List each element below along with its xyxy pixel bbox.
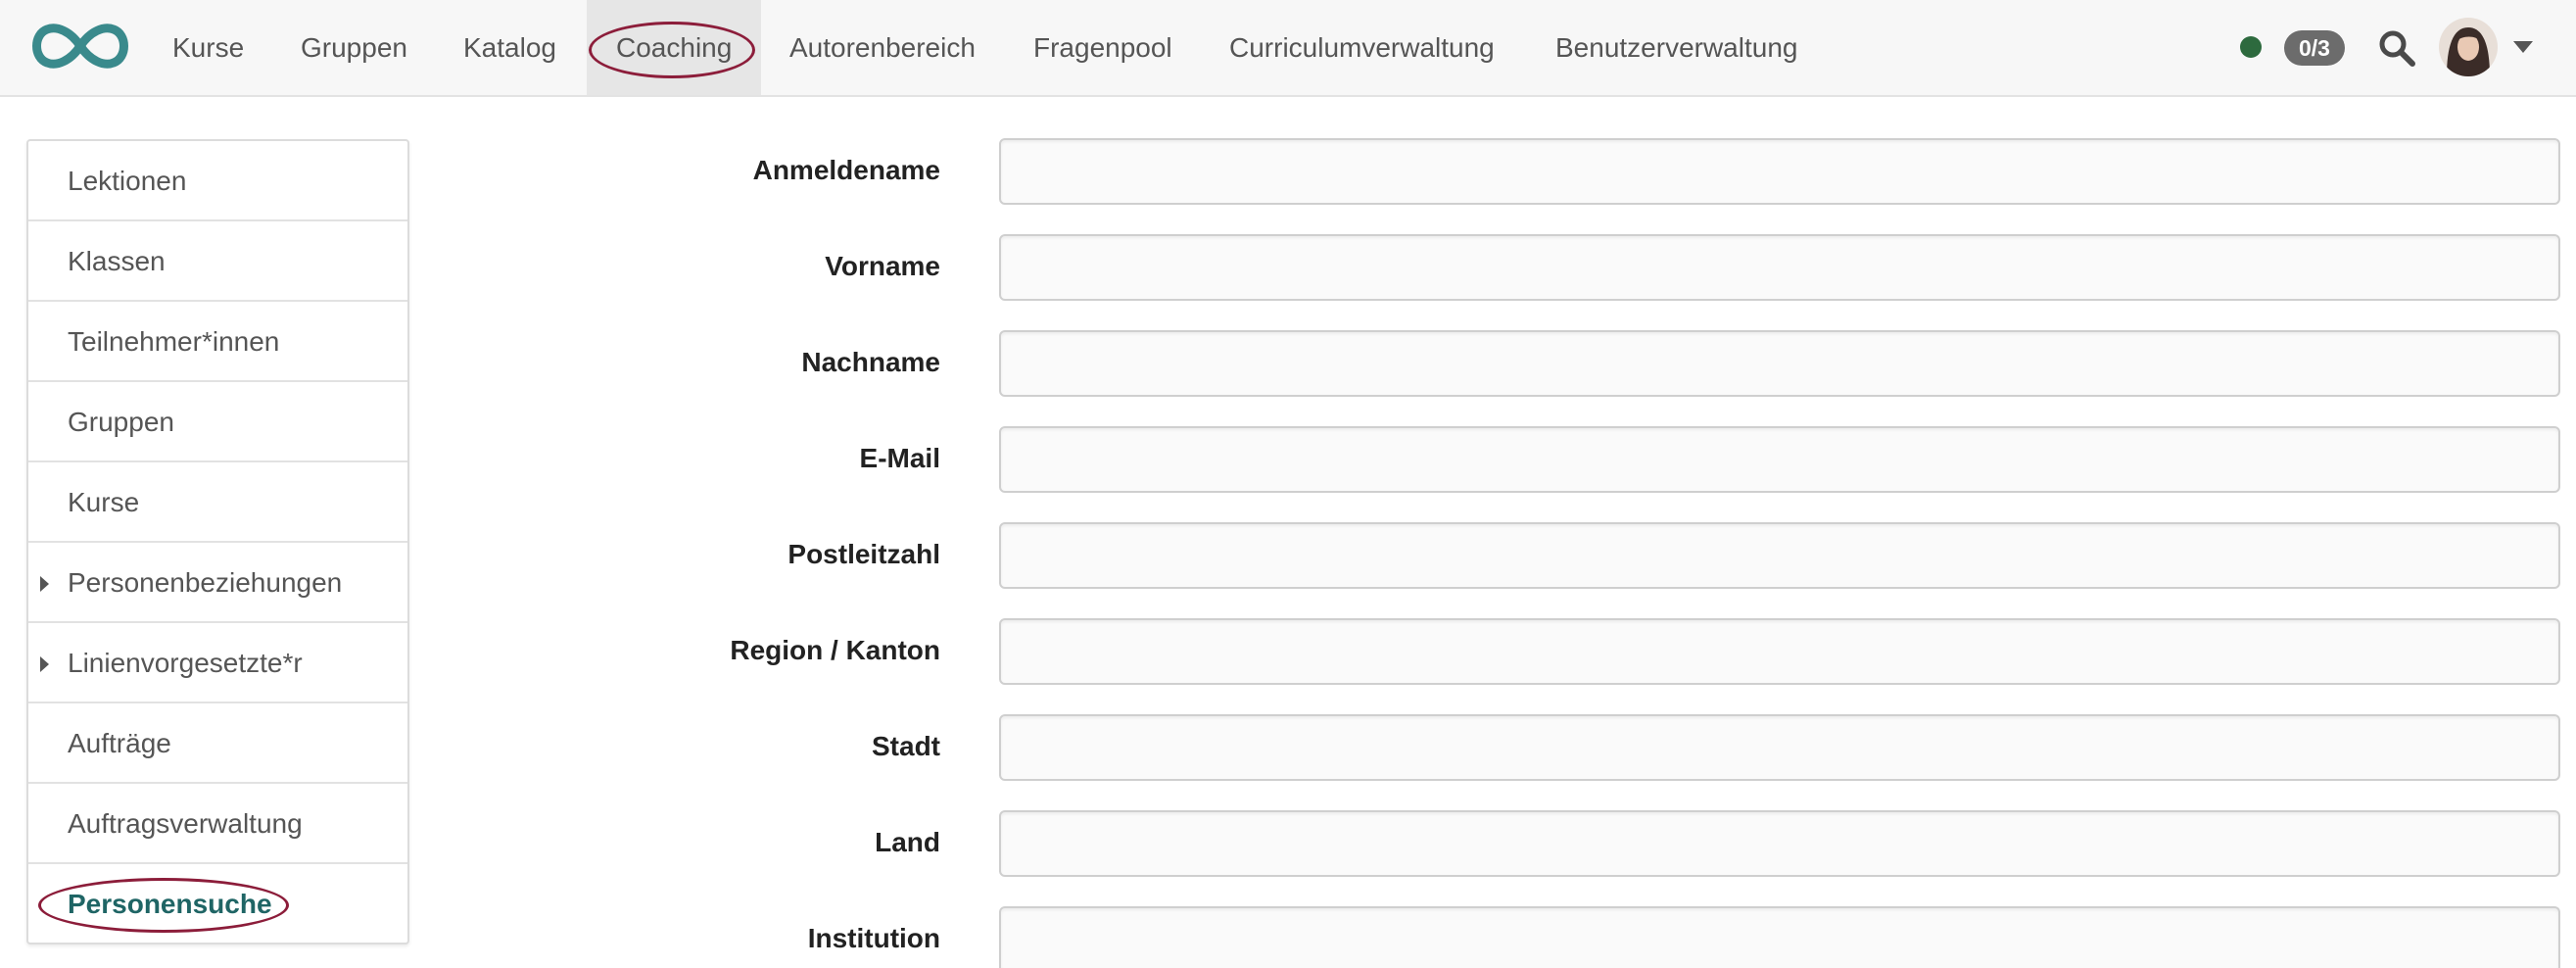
- sidebar-item-klassen[interactable]: Klassen: [28, 221, 407, 302]
- region-kanton-input[interactable]: [999, 618, 2560, 685]
- postleitzahl-input[interactable]: [999, 522, 2560, 589]
- sidebar-item-label: Personenbeziehungen: [68, 567, 343, 598]
- nav-coaching[interactable]: Coaching: [587, 0, 762, 95]
- label-institution: Institution: [807, 923, 940, 953]
- sidebar-item-label: Gruppen: [68, 407, 174, 437]
- institution-input[interactable]: [999, 906, 2560, 968]
- nav-benutzerverwaltung[interactable]: Benutzerverwaltung: [1526, 0, 1827, 95]
- label-stadt: Stadt: [872, 731, 940, 761]
- sidebar-item-label: Teilnehmer*innen: [68, 326, 280, 357]
- label-vorname: Vorname: [825, 251, 940, 281]
- caret-down-icon[interactable]: [2513, 41, 2533, 53]
- sidebar-item-linienvorgesetzte[interactable]: Linienvorgesetzte*r: [28, 623, 407, 703]
- sidebar-item-label: Linienvorgesetzte*r: [68, 648, 303, 678]
- stadt-input[interactable]: [999, 714, 2560, 781]
- sidebar-item-personensuche[interactable]: Personensuche: [28, 864, 407, 943]
- nav-katalog[interactable]: Katalog: [434, 0, 586, 95]
- sidebar-item-label: Aufträge: [68, 728, 171, 758]
- nav-gruppen[interactable]: Gruppen: [271, 0, 437, 95]
- label-postleitzahl: Postleitzahl: [787, 539, 940, 569]
- sidebar-item-label: Personensuche: [68, 889, 272, 919]
- nav-curriculumverwaltung[interactable]: Curriculumverwaltung: [1200, 0, 1524, 95]
- label-land: Land: [875, 827, 940, 857]
- nav-coaching-label: Coaching: [616, 32, 733, 63]
- anmeldename-input[interactable]: [999, 138, 2560, 205]
- nav-fragenpool[interactable]: Fragenpool: [1004, 0, 1202, 95]
- sidebar-item-teilnehmer[interactable]: Teilnehmer*innen: [28, 302, 407, 382]
- user-avatar[interactable]: [2439, 18, 2498, 76]
- sidebar-item-personenbeziehungen[interactable]: Personenbeziehungen: [28, 543, 407, 623]
- sessions-badge[interactable]: 0/3: [2284, 30, 2345, 66]
- sidebar-item-label: Lektionen: [68, 166, 187, 196]
- vorname-input[interactable]: [999, 234, 2560, 301]
- search-icon[interactable]: [2378, 29, 2415, 67]
- expand-triangle-icon[interactable]: [40, 656, 49, 672]
- infinity-logo-icon[interactable]: [27, 18, 133, 74]
- land-input[interactable]: [999, 810, 2560, 877]
- sidebar-item-label: Auftragsverwaltung: [68, 808, 303, 839]
- label-email: E-Mail: [859, 443, 940, 473]
- nav-autorenbereich[interactable]: Autorenbereich: [760, 0, 1005, 95]
- sidebar-item-lektionen[interactable]: Lektionen: [28, 141, 407, 221]
- label-nachname: Nachname: [801, 347, 940, 377]
- sidebar-item-label: Klassen: [68, 246, 166, 276]
- sidebar-item-auftragsverwaltung[interactable]: Auftragsverwaltung: [28, 784, 407, 864]
- sidebar-item-auftraege[interactable]: Aufträge: [28, 703, 407, 784]
- sidebar-item-gruppen[interactable]: Gruppen: [28, 382, 407, 462]
- nav-kurse[interactable]: Kurse: [143, 0, 273, 95]
- expand-triangle-icon[interactable]: [40, 576, 49, 592]
- label-region-kanton: Region / Kanton: [730, 635, 940, 665]
- sidebar-item-label: Kurse: [68, 487, 140, 517]
- sidebar-item-kurse[interactable]: Kurse: [28, 462, 407, 543]
- top-navbar: Kurse Gruppen Katalog Coaching Autorenbe…: [0, 0, 2576, 97]
- sidebar-menu: Lektionen Klassen Teilnehmer*innen Grupp…: [26, 139, 409, 944]
- email-input[interactable]: [999, 426, 2560, 493]
- online-status-dot[interactable]: [2240, 36, 2262, 58]
- nachname-input[interactable]: [999, 330, 2560, 397]
- label-anmeldename: Anmeldename: [752, 155, 940, 185]
